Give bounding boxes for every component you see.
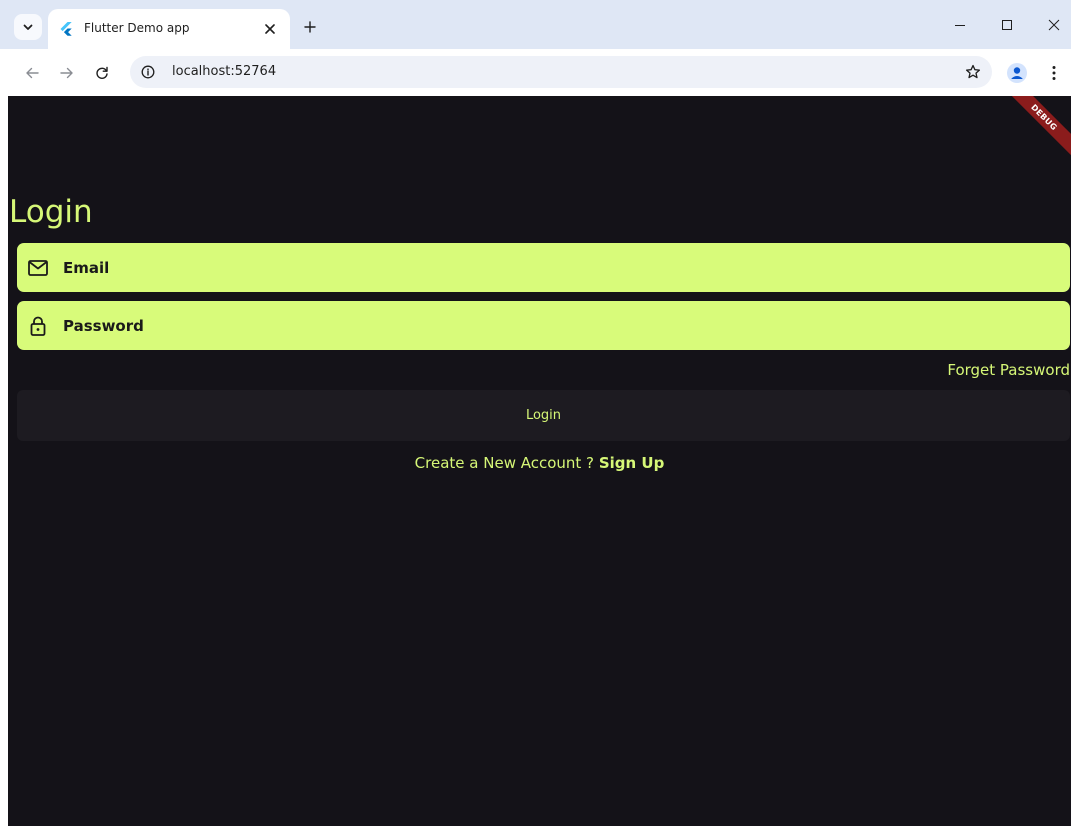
plus-icon xyxy=(304,21,316,33)
tab-search-button[interactable] xyxy=(14,14,42,40)
browser-tab-active[interactable]: Flutter Demo app xyxy=(48,9,290,49)
maximize-icon xyxy=(1002,20,1012,30)
maximize-button[interactable] xyxy=(993,12,1021,38)
site-info-button[interactable] xyxy=(138,62,158,82)
info-icon xyxy=(141,65,155,79)
email-input[interactable] xyxy=(63,243,1053,292)
login-button[interactable]: Login xyxy=(17,390,1070,441)
address-bar[interactable]: localhost:52764 xyxy=(130,56,992,88)
minimize-icon xyxy=(955,25,965,26)
profile-button[interactable] xyxy=(1005,61,1029,85)
page-title: Login xyxy=(9,194,93,230)
tab-close-button[interactable] xyxy=(260,19,280,39)
more-vertical-icon xyxy=(1052,66,1056,80)
back-button[interactable] xyxy=(20,61,44,85)
signup-row: Create a New Account ? Sign Up xyxy=(8,454,1071,472)
window-close-button[interactable] xyxy=(1040,12,1068,38)
chevron-down-icon xyxy=(23,24,33,30)
star-icon xyxy=(965,64,981,79)
signup-link[interactable]: Sign Up xyxy=(599,454,665,472)
browser-tab-bar: Flutter Demo app xyxy=(0,0,1071,49)
email-field[interactable] xyxy=(17,243,1070,292)
app-viewport: DEBUG Login Forget Password Login Create… xyxy=(8,96,1071,826)
reload-icon xyxy=(96,66,108,79)
debug-banner: DEBUG xyxy=(999,96,1071,162)
bookmark-button[interactable] xyxy=(962,61,984,83)
minimize-button[interactable] xyxy=(946,12,974,38)
lock-icon xyxy=(27,315,49,337)
password-input[interactable] xyxy=(63,301,1053,350)
new-tab-button[interactable] xyxy=(298,15,322,39)
browser-toolbar: localhost:52764 xyxy=(0,49,1071,96)
arrow-right-icon xyxy=(60,67,73,79)
flutter-icon xyxy=(60,22,72,36)
forgot-password-link[interactable]: Forget Password xyxy=(947,361,1070,379)
reload-button[interactable] xyxy=(90,61,114,85)
mail-icon xyxy=(27,257,49,279)
browser-menu-button[interactable] xyxy=(1044,61,1064,85)
close-icon xyxy=(265,24,275,34)
arrow-left-icon xyxy=(26,67,39,79)
forward-button[interactable] xyxy=(55,61,79,85)
close-icon xyxy=(1048,19,1060,31)
tab-title: Flutter Demo app xyxy=(84,21,190,35)
signup-prompt: Create a New Account ? xyxy=(414,454,595,472)
url-text[interactable]: localhost:52764 xyxy=(172,64,276,79)
password-field[interactable] xyxy=(17,301,1070,350)
avatar-icon xyxy=(1007,63,1027,83)
